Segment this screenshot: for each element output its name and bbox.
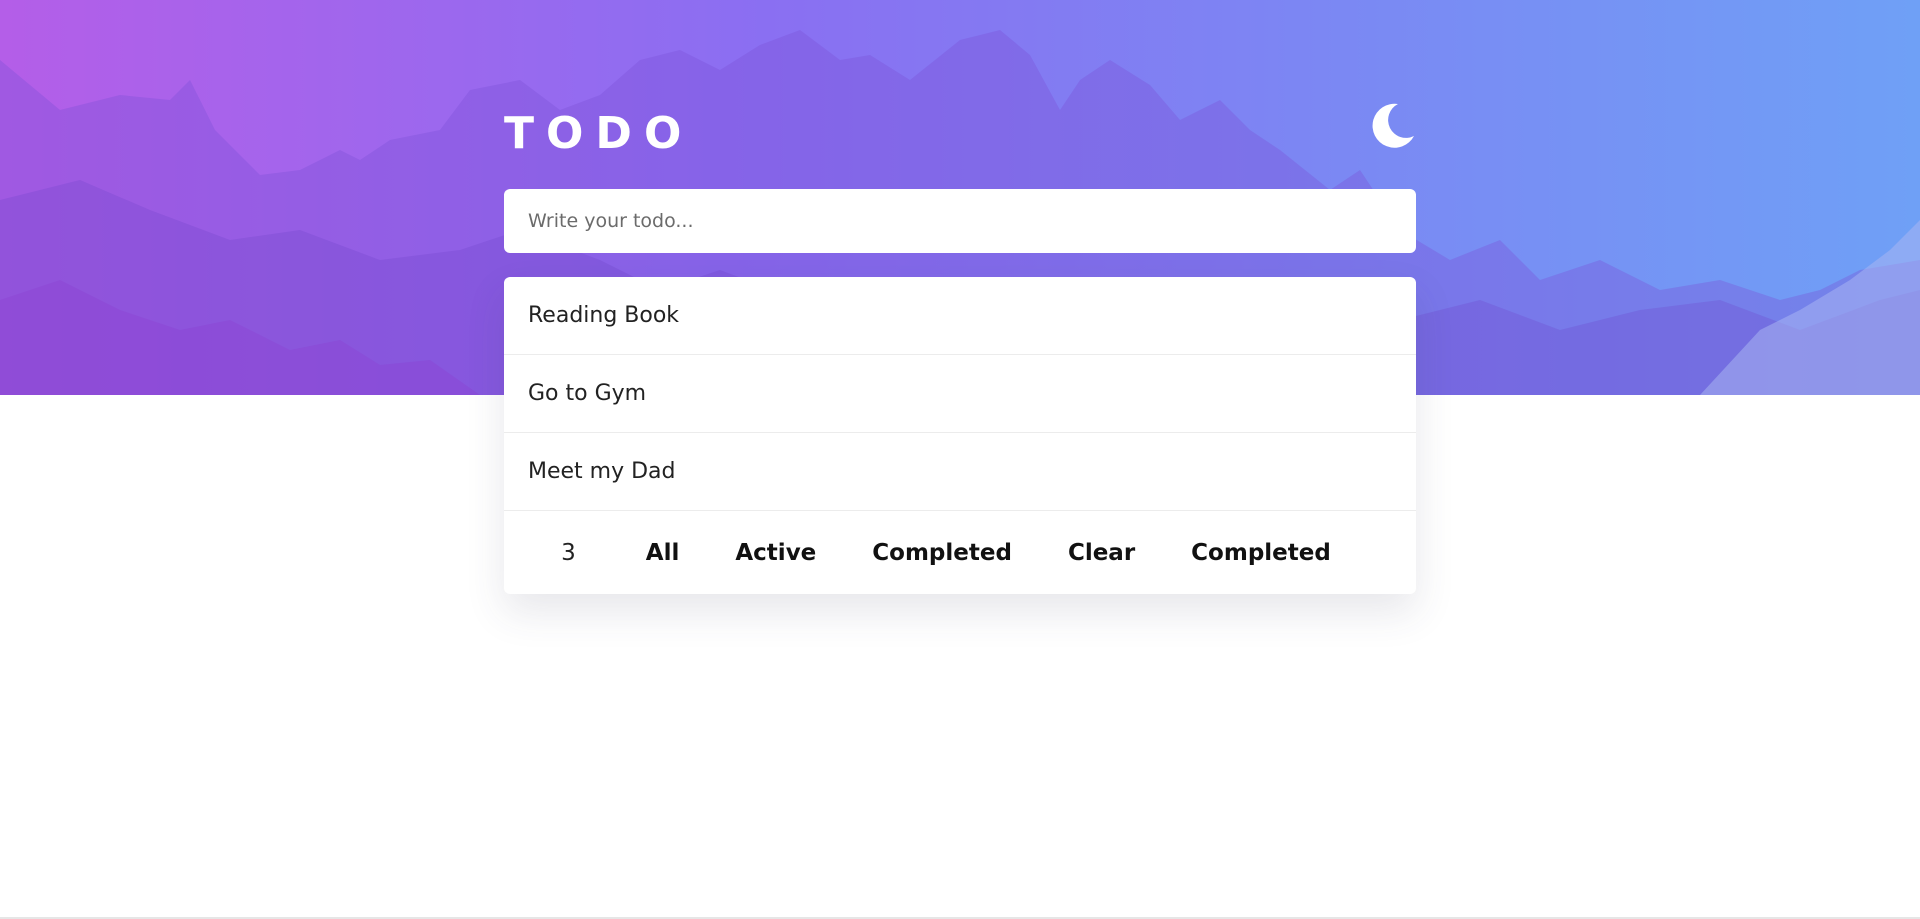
filter-active-button[interactable]: Active xyxy=(735,540,816,566)
page: TODO Reading Book Go to Gym Meet my Dad … xyxy=(0,0,1920,919)
todo-footer: 3 All Active Completed Clear Completed xyxy=(504,511,1416,594)
filter-completed-button[interactable]: Completed xyxy=(872,540,1012,566)
items-left-count: 3 xyxy=(561,539,576,566)
todo-item[interactable]: Meet my Dad xyxy=(504,433,1416,511)
moon-icon xyxy=(1372,103,1414,148)
todo-item-label: Go to Gym xyxy=(528,381,647,406)
todo-item[interactable]: Reading Book xyxy=(504,277,1416,355)
todo-item-label: Reading Book xyxy=(528,303,680,328)
clear-completed-button[interactable]: Clear xyxy=(1068,540,1135,566)
app-header: TODO xyxy=(504,102,1416,162)
theme-toggle-button[interactable] xyxy=(1368,102,1416,150)
clear-completed-label: Clear xyxy=(1067,539,1136,566)
clear-completed-sub-label: Completed xyxy=(1191,539,1331,566)
todo-input-container xyxy=(504,189,1416,253)
app-title: TODO xyxy=(504,108,694,159)
clear-completed-sub-button[interactable]: Completed xyxy=(1191,540,1331,566)
todo-list: Reading Book Go to Gym Meet my Dad 3 All… xyxy=(504,277,1416,594)
todo-item-label: Meet my Dad xyxy=(528,459,676,484)
todo-item[interactable]: Go to Gym xyxy=(504,355,1416,433)
filter-all-button[interactable]: All xyxy=(646,540,680,566)
todo-input[interactable] xyxy=(504,189,1416,253)
